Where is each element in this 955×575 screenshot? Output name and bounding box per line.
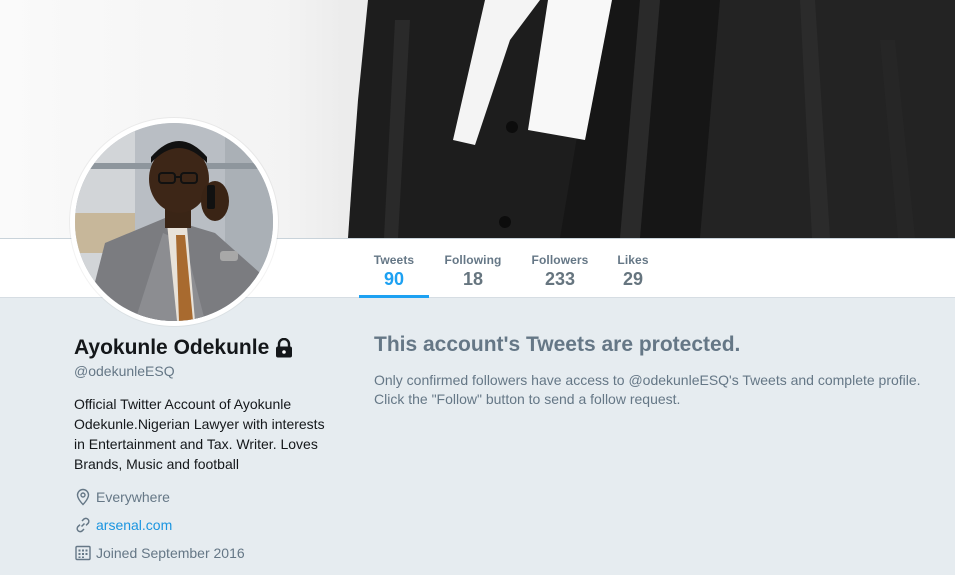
tab-following[interactable]: Following 18 bbox=[440, 239, 506, 298]
profile-handle[interactable]: @odekunleESQ bbox=[74, 363, 175, 379]
profile-joined: Joined September 2016 bbox=[74, 544, 245, 562]
tab-tweets[interactable]: Tweets 90 bbox=[359, 239, 429, 298]
avatar-photo bbox=[75, 123, 273, 321]
profile-name-text: Ayokunle Odekunle bbox=[74, 336, 270, 359]
likes-count: 29 bbox=[622, 269, 644, 289]
protected-message: Only confirmed followers have access to … bbox=[374, 372, 921, 407]
profile-location: Everywhere bbox=[74, 488, 170, 506]
profile-website: arsenal.com bbox=[74, 516, 172, 534]
website-link[interactable]: arsenal.com bbox=[96, 517, 172, 533]
link-icon bbox=[74, 516, 92, 534]
lock-icon bbox=[275, 337, 293, 358]
likes-label: Likes bbox=[617, 253, 649, 267]
avatar-image bbox=[75, 123, 273, 321]
joined-text: Joined September 2016 bbox=[96, 545, 245, 561]
followers-label: Followers bbox=[531, 253, 589, 267]
location-text: Everywhere bbox=[96, 489, 170, 505]
following-count: 18 bbox=[462, 269, 484, 289]
tweets-count: 90 bbox=[383, 269, 405, 289]
tab-followers[interactable]: Followers 233 bbox=[528, 239, 592, 298]
following-label: Following bbox=[444, 253, 502, 267]
location-pin-icon bbox=[74, 488, 92, 506]
followers-count: 233 bbox=[544, 269, 576, 289]
tab-likes[interactable]: Likes 29 bbox=[612, 239, 654, 298]
profile-avatar[interactable] bbox=[70, 118, 278, 326]
profile-bio: Official Twitter Account of Ayokunle Ode… bbox=[74, 396, 325, 472]
calendar-icon bbox=[74, 544, 92, 562]
profile-name: Ayokunle Odekunle bbox=[74, 336, 293, 360]
protected-title: This account's Tweets are protected. bbox=[374, 333, 741, 356]
tweets-label: Tweets bbox=[373, 253, 415, 267]
